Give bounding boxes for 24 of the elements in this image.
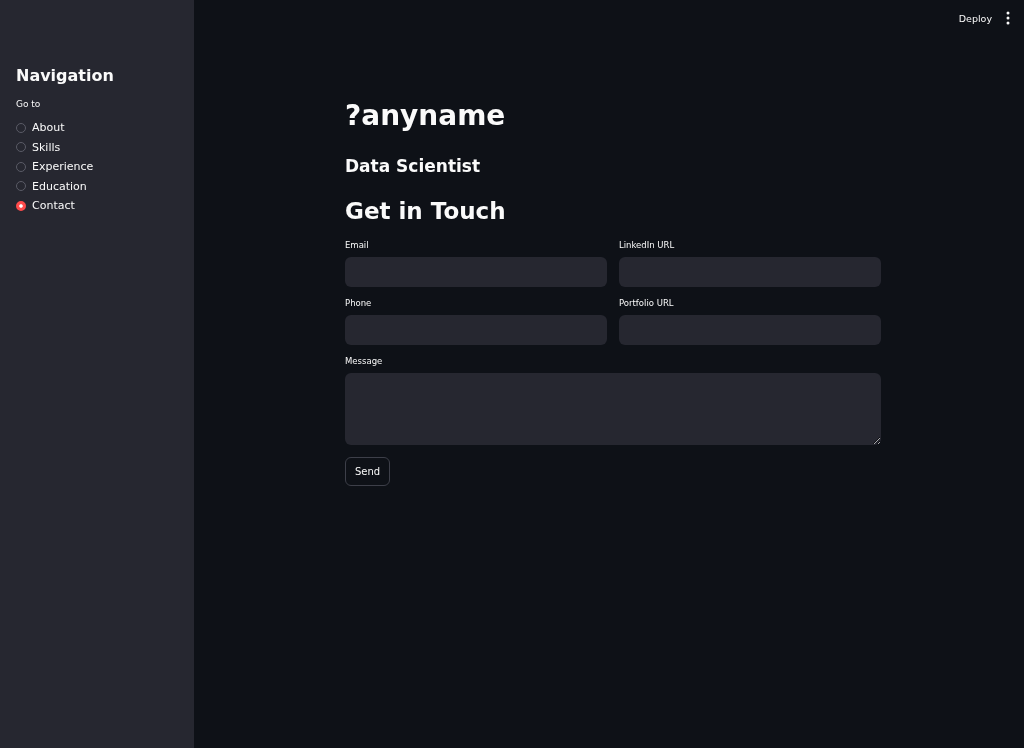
radio-option[interactable]: About [16, 118, 178, 138]
field-label: Email [345, 240, 370, 250]
sidebar-title: Navigation [16, 66, 115, 85]
radio-option[interactable]: Contact [16, 196, 178, 216]
radio-option[interactable]: Experience [16, 157, 178, 177]
radio-option[interactable]: Education [16, 176, 178, 196]
section-heading: Get in Touch [345, 198, 507, 224]
radio-group-label: Go to [16, 99, 42, 109]
more-menu-icon[interactable] [1006, 11, 1010, 25]
field-label: Phone [345, 298, 373, 308]
input-field[interactable] [345, 315, 607, 345]
radio-option[interactable]: Skills [16, 137, 178, 157]
send-button[interactable]: Send [345, 457, 391, 486]
field-label: LinkedIn URL [619, 240, 676, 250]
deploy-button[interactable]: Deploy [958, 12, 992, 24]
input-field[interactable] [619, 315, 881, 345]
radio-icon[interactable] [16, 200, 26, 211]
subtitle: Data Scientist [345, 156, 482, 176]
message-field[interactable] [345, 373, 881, 445]
field-label: Portfolio URL [619, 298, 675, 308]
input-field[interactable] [619, 257, 881, 287]
field-label: Message [345, 356, 384, 366]
input-field[interactable] [345, 257, 607, 287]
page-title: ?anyname [345, 99, 507, 132]
